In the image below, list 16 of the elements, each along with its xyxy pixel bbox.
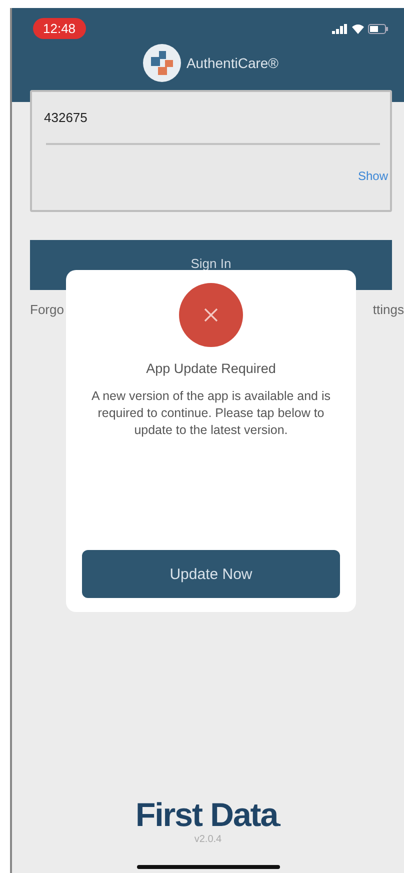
dialog-title: App Update Required <box>146 361 276 376</box>
app-title: AuthentiCare® <box>186 55 279 71</box>
link[interactable]: Forgo <box>30 302 64 317</box>
link[interactable]: ttings <box>372 302 404 317</box>
brand-logo: First Data. <box>135 796 281 834</box>
signal-icon <box>332 24 348 34</box>
code-value: 432675 <box>44 110 88 125</box>
update-button[interactable]: Update Now <box>82 550 340 598</box>
logo-icon <box>142 43 182 83</box>
version-text: v2.0.4 <box>194 834 222 845</box>
status-time: 12:48 <box>33 18 86 39</box>
dialog-message: A new version of the app is available and is required to continue. Please tap below to update to the latest version. <box>90 388 332 439</box>
battery-icon <box>368 24 388 34</box>
error-icon <box>179 283 243 347</box>
show-link[interactable]: Show <box>358 169 388 183</box>
wifi-icon <box>352 24 364 34</box>
